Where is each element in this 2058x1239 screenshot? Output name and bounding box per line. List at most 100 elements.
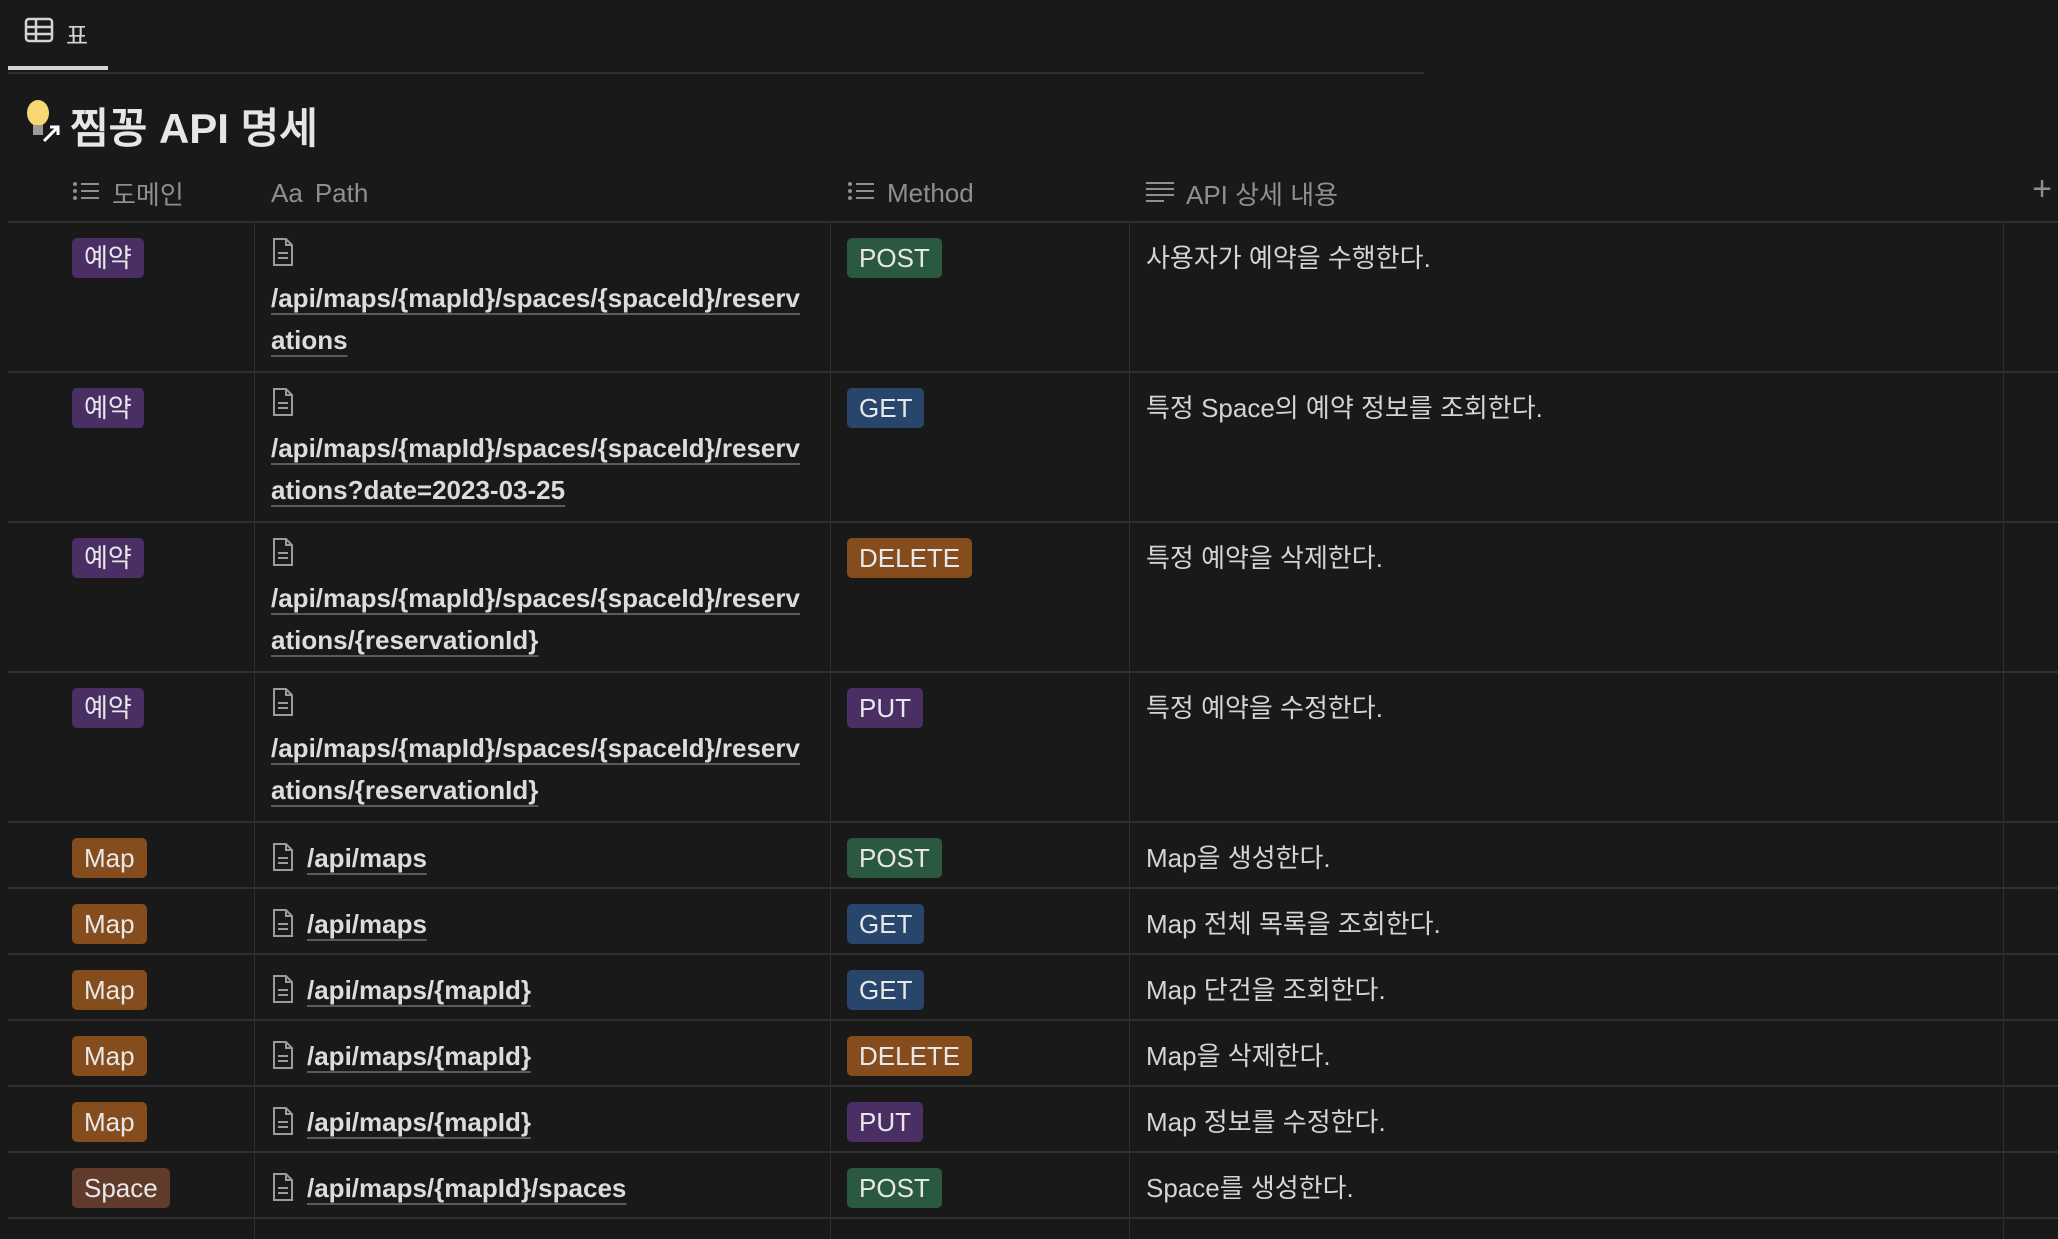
table-row[interactable]: Space/api/maps/{mapId}/spaces POST Space를 … (8, 1153, 2058, 1219)
path-cell[interactable]: /api/maps/{mapId}/spaces (255, 1153, 831, 1217)
domain-cell[interactable]: 예약 (8, 373, 255, 521)
page-title-text: 찜꽁 API 명세 (70, 95, 318, 156)
method-cell[interactable]: GET (831, 955, 1130, 1019)
table-row[interactable]: 예약/api/maps/{mapId}/spaces/{spaceId}/res… (8, 673, 2058, 823)
description-text: Map 전체 목록을 조회한다. (1146, 909, 1441, 939)
list-icon (847, 178, 875, 209)
path-link[interactable]: /api/maps/{mapId}/spaces (307, 1167, 626, 1209)
domain-cell[interactable]: Map (8, 1087, 255, 1151)
description-text: 특정 예약을 수정한다. (1146, 693, 1383, 723)
table-row[interactable]: Map/api/maps POST Map을 생성한다. (8, 823, 2058, 889)
method-tag: POST (847, 1168, 942, 1208)
description-cell[interactable]: Map 정보를 수정한다. (1130, 1087, 2004, 1151)
path-cell[interactable]: /api/maps/{mapId} (255, 1021, 831, 1085)
method-cell[interactable]: PUT (831, 673, 1130, 821)
description-cell[interactable]: Map을 삭제한다. (1130, 1021, 2004, 1085)
domain-cell[interactable]: Map (8, 1021, 255, 1085)
path-cell[interactable]: /api/maps (255, 823, 831, 887)
path-link[interactable]: /api/maps (307, 903, 427, 945)
description-cell[interactable]: 특정 Space의 예약 정보를 조회한다. (1130, 373, 2004, 521)
method-tag: PUT (847, 688, 923, 728)
description-cell[interactable]: 사용자가 예약을 수행한다. (1130, 223, 2004, 371)
description-cell[interactable]: Map을 생성한다. (1130, 823, 2004, 887)
table-row[interactable]: Map/api/maps/{mapId} GET Map 단건을 조회한다. (8, 955, 2058, 1021)
method-cell[interactable]: PUT (831, 1087, 1130, 1151)
domain-tag: Space (72, 1168, 170, 1208)
method-cell[interactable]: POST (831, 823, 1130, 887)
page-icon (271, 537, 297, 577)
text-icon (1146, 178, 1174, 209)
method-tag: DELETE (847, 1036, 972, 1076)
path-link[interactable]: /api/maps/{mapId} (307, 1101, 531, 1143)
domain-cell[interactable]: 예약 (8, 523, 255, 671)
description-cell[interactable]: Map 전체 목록을 조회한다. (1130, 889, 2004, 953)
column-header-method[interactable]: Method (831, 178, 1130, 209)
column-label: Method (887, 178, 974, 209)
path-cell[interactable]: /api/maps/{mapId} (255, 1087, 831, 1151)
table-row[interactable]: 예약/api/maps/{mapId}/spaces/{spaceId}/res… (8, 373, 2058, 523)
description-cell[interactable]: Map 단건을 조회한다. (1130, 955, 2004, 1019)
description-text: Map을 생성한다. (1146, 843, 1331, 873)
column-header-path[interactable]: Aa Path (255, 178, 831, 209)
description-text: 특정 예약을 삭제한다. (1146, 543, 1383, 573)
path-link[interactable]: /api/maps/{mapId}/spaces/{spaceId}/reser… (271, 733, 800, 805)
method-cell[interactable]: POST (831, 223, 1130, 371)
domain-cell[interactable]: Map (8, 955, 255, 1019)
method-tag: GET (847, 970, 924, 1010)
empty-cell (2004, 1087, 2058, 1151)
method-cell[interactable]: POST (831, 1153, 1130, 1217)
path-link[interactable]: /api/maps/{mapId}/spaces/{spaceId}/reser… (271, 283, 800, 355)
page-icon (271, 969, 297, 1009)
cell (831, 1219, 1130, 1239)
page-icon (271, 903, 297, 943)
method-cell[interactable]: GET (831, 373, 1130, 521)
description-cell[interactable]: Space를 생성한다. (1130, 1153, 2004, 1217)
method-cell[interactable]: DELETE (831, 523, 1130, 671)
cell (255, 1219, 831, 1239)
path-link[interactable]: /api/maps/{mapId} (307, 969, 531, 1011)
path-link[interactable]: /api/maps/{mapId}/spaces/{spaceId}/reser… (271, 433, 800, 505)
column-header-domain[interactable]: 도메인 (8, 175, 255, 212)
domain-cell[interactable]: Map (8, 823, 255, 887)
table-row[interactable]: Map/api/maps GET Map 전체 목록을 조회한다. (8, 889, 2058, 955)
method-cell[interactable]: DELETE (831, 1021, 1130, 1085)
cell (1130, 1219, 2004, 1239)
title-icon: Aa (271, 178, 303, 209)
method-tag: PUT (847, 1102, 923, 1142)
empty-cell (2004, 223, 2058, 371)
table-row[interactable]: 예약/api/maps/{mapId}/spaces/{spaceId}/res… (8, 523, 2058, 673)
tab-label: 표 (66, 16, 88, 51)
domain-cell[interactable]: 예약 (8, 673, 255, 821)
table-row[interactable]: Map/api/maps/{mapId} PUT Map 정보를 수정한다. (8, 1087, 2058, 1153)
domain-cell[interactable]: Space (8, 1153, 255, 1217)
method-tag: POST (847, 238, 942, 278)
description-cell[interactable]: 특정 예약을 수정한다. (1130, 673, 2004, 821)
empty-cell (2004, 373, 2058, 521)
column-header-description[interactable]: API 상세 내용 (1130, 175, 2004, 212)
table-row[interactable]: Map/api/maps/{mapId} DELETE Map을 삭제한다. (8, 1021, 2058, 1087)
tab-table-view[interactable]: 표 (8, 0, 108, 70)
lightbulb-icon (22, 97, 62, 155)
method-cell[interactable]: GET (831, 889, 1130, 953)
path-link[interactable]: /api/maps (307, 837, 427, 879)
column-label: 도메인 (112, 175, 184, 212)
table-row[interactable]: 예약/api/maps/{mapId}/spaces/{spaceId}/res… (8, 223, 2058, 373)
path-cell[interactable]: /api/maps (255, 889, 831, 953)
add-column-button[interactable]: + (2032, 170, 2052, 209)
domain-tag: Map (72, 838, 147, 878)
path-cell[interactable]: /api/maps/{mapId}/spaces/{spaceId}/reser… (255, 223, 831, 371)
page-icon (271, 687, 297, 727)
path-cell[interactable]: /api/maps/{mapId}/spaces/{spaceId}/reser… (255, 673, 831, 821)
path-cell[interactable]: /api/maps/{mapId}/spaces/{spaceId}/reser… (255, 373, 831, 521)
empty-cell (2004, 1021, 2058, 1085)
column-label: API 상세 내용 (1186, 175, 1338, 212)
path-cell[interactable]: /api/maps/{mapId} (255, 955, 831, 1019)
domain-cell[interactable]: Map (8, 889, 255, 953)
empty-cell (2004, 673, 2058, 821)
description-cell[interactable]: 특정 예약을 삭제한다. (1130, 523, 2004, 671)
domain-cell[interactable]: 예약 (8, 223, 255, 371)
path-link[interactable]: /api/maps/{mapId} (307, 1035, 531, 1077)
path-cell[interactable]: /api/maps/{mapId}/spaces/{spaceId}/reser… (255, 523, 831, 671)
table-row-partial (8, 1219, 2058, 1239)
path-link[interactable]: /api/maps/{mapId}/spaces/{spaceId}/reser… (271, 583, 800, 655)
